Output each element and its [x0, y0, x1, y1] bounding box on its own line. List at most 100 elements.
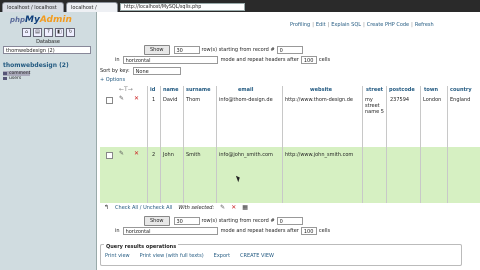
options-link-row: + Options [100, 77, 125, 83]
table-list: comment users [3, 71, 31, 81]
edit-link[interactable]: Edit [316, 22, 326, 28]
create-php-code-link[interactable]: Create PHP Code [367, 22, 409, 28]
cells-label: cells [318, 228, 331, 234]
separator: | [411, 22, 413, 28]
cells-label: cells [318, 57, 331, 63]
mode-text: mode and repeat headers after [220, 228, 299, 234]
sidebar-icon-row: ⌂ ▤ ? ◧ ↻ [22, 28, 75, 37]
browser-tabbar: localhost / localhost / thomsondat... lo… [0, 0, 480, 21]
delete-x-icon[interactable]: ✕ [231, 204, 236, 211]
table-label: users [9, 76, 22, 81]
table-icon [3, 72, 7, 75]
sort-select[interactable]: None [132, 67, 181, 75]
column-divider [216, 86, 217, 203]
column-divider [420, 86, 421, 203]
cell-name: David [163, 97, 178, 103]
bulk-actions-bar: ↰ Check All / Uncheck All With selected:… [104, 204, 248, 211]
reload-icon[interactable]: ↻ [66, 28, 75, 37]
query-results-operations: Query results operations Print view Prin… [100, 244, 462, 266]
show-button[interactable]: Show [144, 45, 170, 55]
delete-x-icon[interactable]: ✕ [134, 95, 139, 102]
row-checkbox[interactable] [106, 97, 113, 104]
cell-street: my street name 5 [365, 97, 384, 115]
browser-tab-2[interactable]: localhost / MyS... [66, 2, 118, 21]
repeat-headers-input[interactable]: 100 [300, 56, 317, 64]
separator: | [363, 22, 365, 28]
export-icon[interactable]: ▦ [242, 204, 248, 211]
cell-email: info@thom-design.de [219, 97, 273, 103]
logo-my-text: My [25, 15, 40, 25]
query-window-icon[interactable]: ▤ [33, 28, 42, 37]
show-count-input[interactable]: 30 [173, 217, 200, 225]
profiling-link[interactable]: Profiling [290, 22, 310, 28]
options-link[interactable]: + Options [100, 77, 125, 83]
sort-label: Sort by key: [100, 68, 130, 74]
query-ops-title: Query results operations [104, 244, 179, 250]
logo-php-text: php [10, 16, 26, 24]
address-bar[interactable]: http://localhost/MySQL/sqlis.php [120, 3, 245, 11]
header-arrows-icon[interactable]: ←T→ [119, 86, 133, 93]
sidebar: phpMyAdmin ⌂ ▤ ? ◧ ↻ Database thomwebdes… [0, 12, 97, 270]
table-icon [3, 77, 7, 80]
sidebar-item-users[interactable]: users [3, 76, 30, 81]
column-divider [447, 86, 448, 203]
show-count-input[interactable]: 30 [173, 46, 200, 54]
edit-pencil-icon[interactable]: ✎ [119, 95, 124, 102]
query-topnav: Profiling | Edit | Explain SQL | Create PHP… [290, 22, 434, 28]
check-all-link[interactable]: Check All / Uncheck All [115, 205, 172, 211]
column-divider [386, 86, 387, 203]
home-icon[interactable]: ⌂ [22, 28, 31, 37]
docs-icon[interactable]: ? [44, 28, 53, 37]
print-view-full-link[interactable]: Print view (with full texts) [140, 253, 204, 259]
rows-starting-label: row(s) starting from record # [201, 218, 275, 224]
print-view-link[interactable]: Print view [105, 253, 130, 259]
cell-country: England [450, 97, 471, 103]
row-checkbox[interactable] [106, 152, 113, 159]
navigation-controls-bottom: Show 30 row(s) starting from record # 0 [144, 216, 303, 226]
cell-website: http://www.john_smith.com [285, 152, 354, 158]
refresh-link[interactable]: Refresh [415, 22, 434, 28]
column-divider [160, 86, 161, 203]
delete-x-icon[interactable]: ✕ [134, 150, 139, 157]
explain-sql-link[interactable]: Explain SQL [331, 22, 361, 28]
logo-admin-text: Admin [39, 15, 72, 25]
create-view-link[interactable]: CREATE VIEW [240, 253, 274, 259]
sql-docs-icon[interactable]: ◧ [55, 28, 64, 37]
display-mode-select[interactable]: horizontal [122, 227, 218, 235]
export-link[interactable]: Export [214, 253, 230, 259]
cell-email: info@john_smith.com [219, 152, 273, 158]
cell-id: 2 [152, 152, 156, 158]
cell-surname: Thom [186, 97, 201, 103]
column-divider [147, 86, 148, 203]
database-label: Database [36, 39, 60, 45]
edit-pencil-icon[interactable]: ✎ [119, 150, 124, 157]
database-heading[interactable]: thomwebdesign (2) [3, 62, 69, 69]
column-divider [282, 86, 283, 203]
cell-id: 1 [152, 97, 156, 103]
repeat-headers-input[interactable]: 100 [300, 227, 317, 235]
start-record-input[interactable]: 0 [276, 217, 303, 225]
show-button[interactable]: Show [144, 216, 170, 226]
column-divider [362, 86, 363, 203]
cell-postcode: 237594 [390, 97, 410, 103]
in-label: in [115, 57, 120, 63]
display-mode-controls-top: in horizontal mode and repeat headers af… [115, 56, 330, 64]
cell-surname: Smith [186, 152, 201, 158]
with-selected-label: With selected: [178, 204, 215, 211]
database-select[interactable]: thomwebdesign (2) [3, 46, 91, 54]
arrow-up-icon: ↰ [104, 204, 110, 211]
column-divider [183, 86, 184, 203]
navigation-controls-top: Show 30 row(s) starting from record # 0 [144, 45, 303, 55]
query-ops-items: Print view Print view (with full texts) … [105, 253, 274, 259]
edit-pencil-icon[interactable]: ✎ [220, 204, 225, 211]
cell-website: http://www.thom-design.de [285, 97, 354, 103]
start-record-input[interactable]: 0 [276, 46, 303, 54]
separator: | [312, 22, 314, 28]
cell-town: London [423, 97, 442, 103]
separator: | [327, 22, 330, 28]
mode-text: mode and repeat headers after [220, 57, 299, 63]
browser-tab-1[interactable]: localhost / localhost / thomsondat... [2, 2, 64, 21]
rows-starting-label: row(s) starting from record # [201, 47, 275, 53]
display-mode-select[interactable]: horizontal [122, 56, 218, 64]
phpmyadmin-logo[interactable]: phpMyAdmin [10, 15, 72, 25]
